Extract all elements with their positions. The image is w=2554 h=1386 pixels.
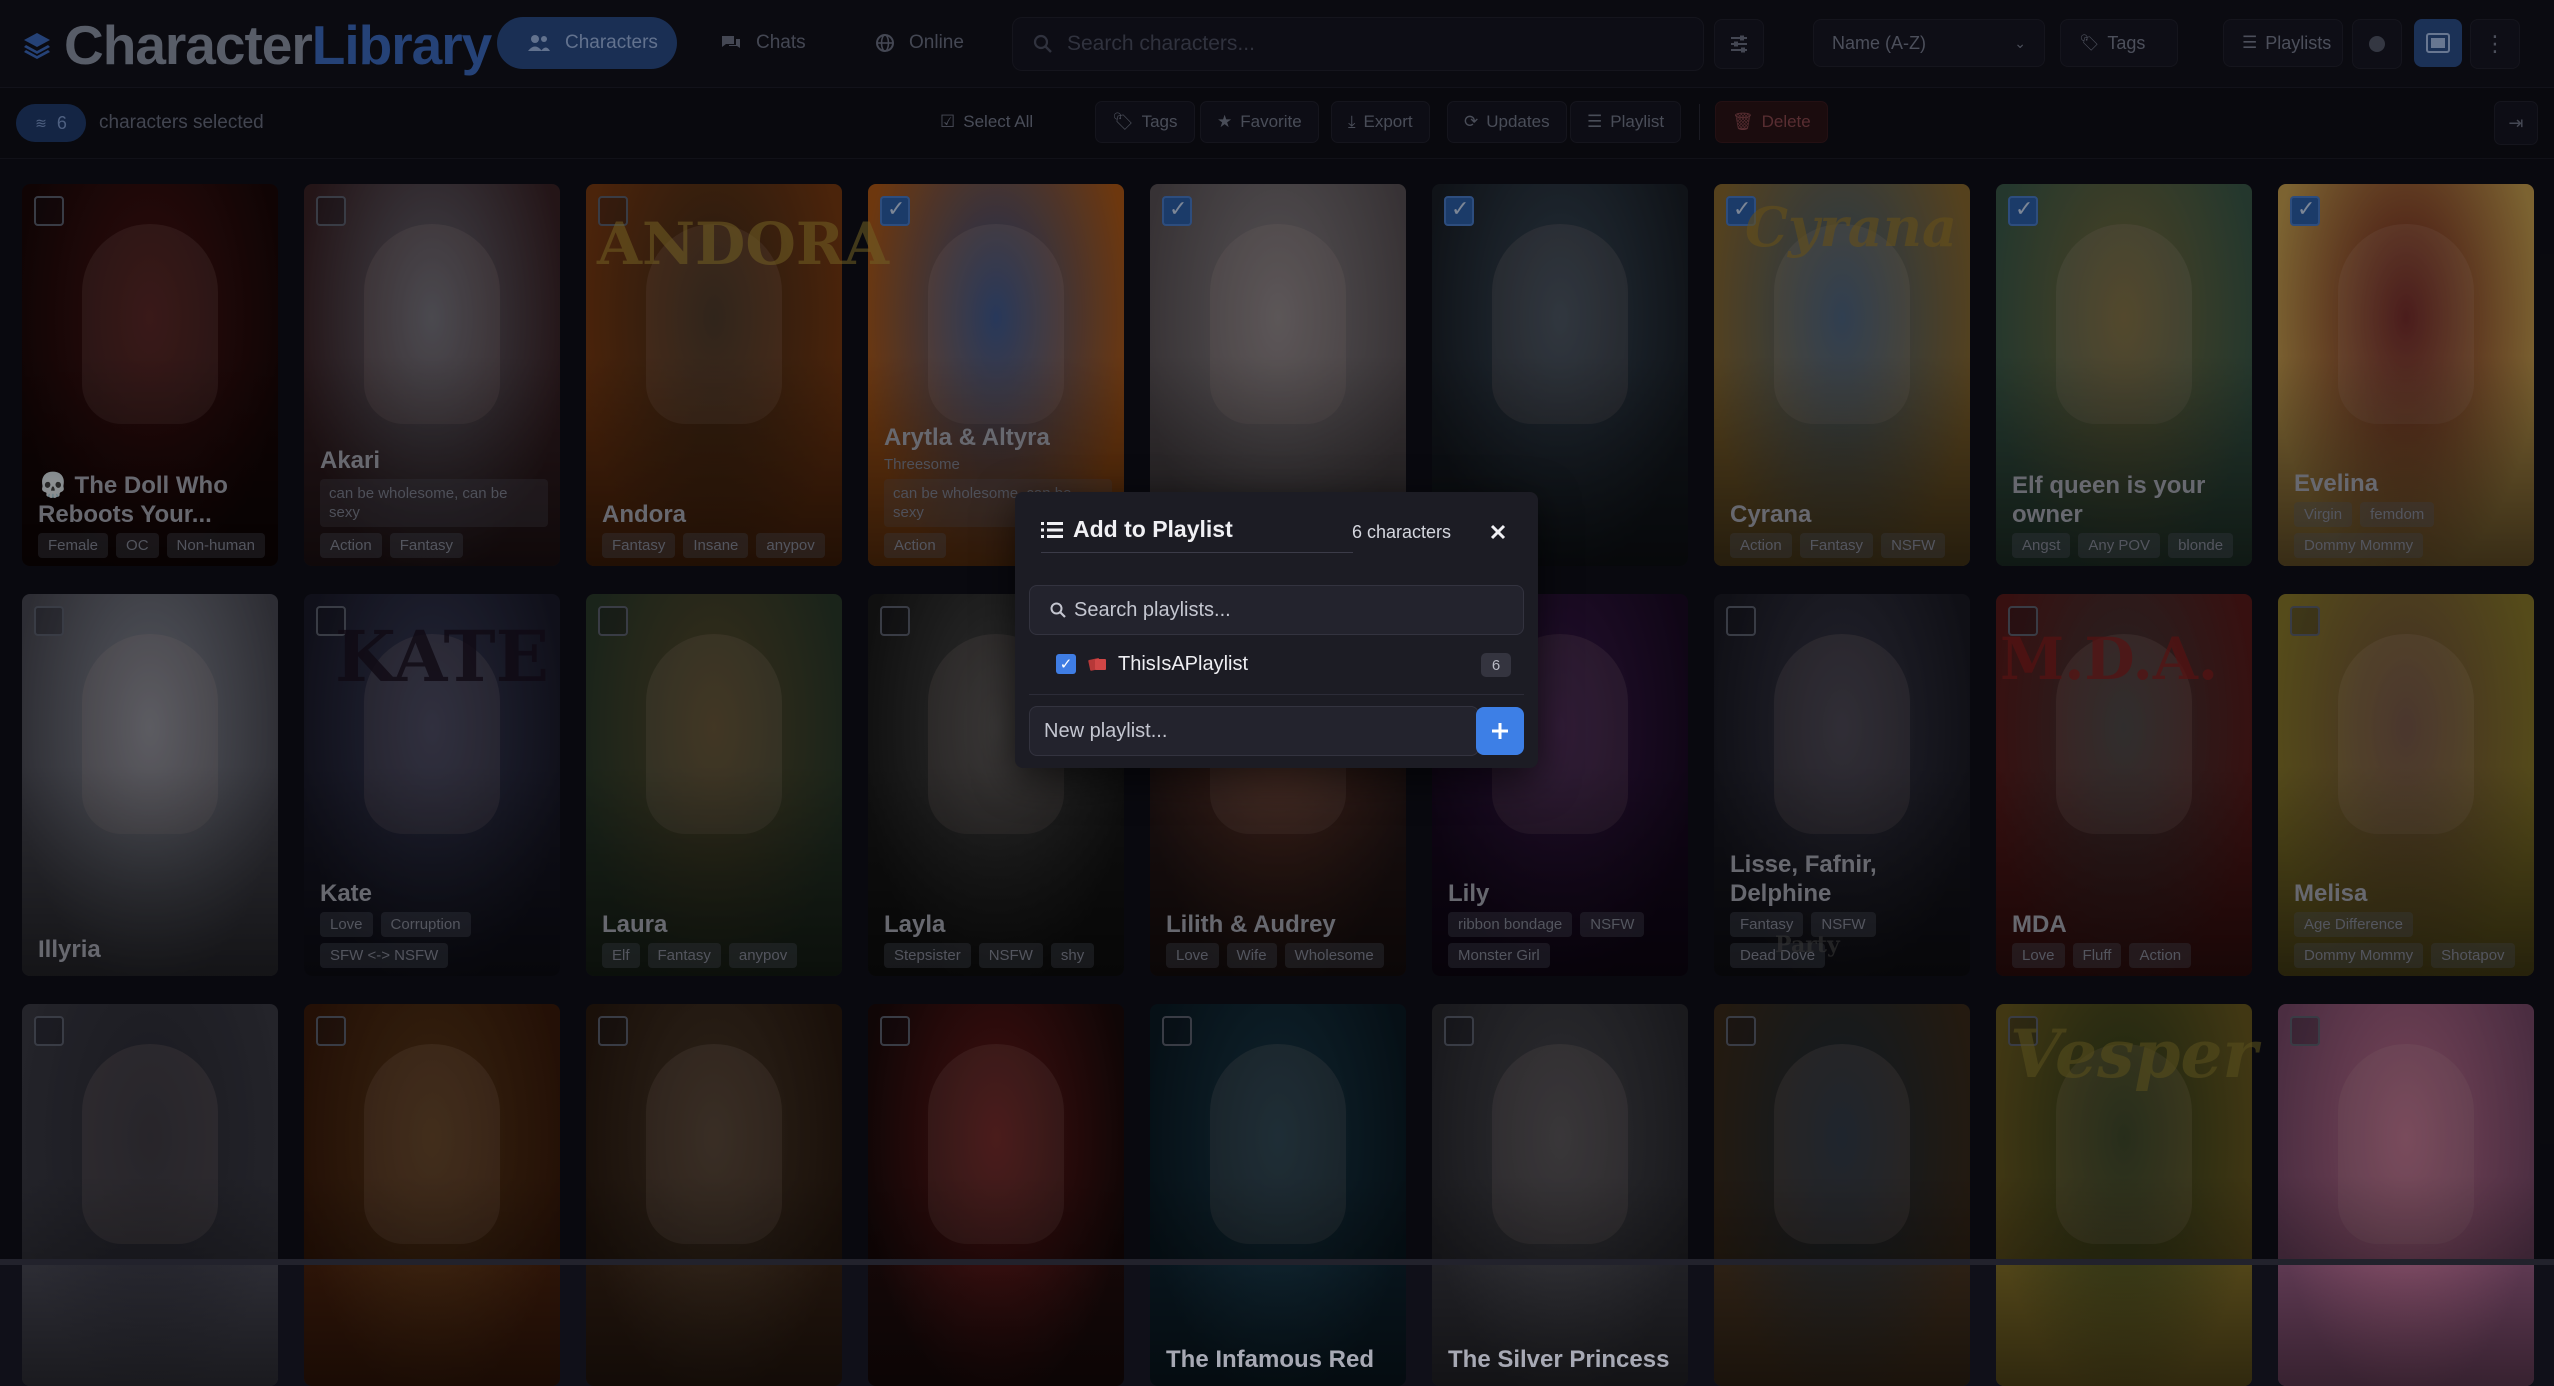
close-icon [1490, 524, 1506, 540]
new-playlist-placeholder: New playlist... [1044, 719, 1168, 742]
horizontal-scrollbar[interactable] [0, 1259, 2554, 1265]
playlist-search-input[interactable]: Search playlists... [1029, 585, 1524, 635]
close-button[interactable] [1483, 517, 1513, 547]
card-name: The Infamous Red [1166, 1346, 1375, 1373]
modal-title-text: Add to Playlist [1073, 516, 1233, 542]
playlist-icon [1088, 658, 1106, 671]
add-to-playlist-modal: Add to Playlist 6 characters Search play… [1015, 492, 1538, 768]
playlist-row[interactable]: ✓ ThisIsAPlaylist 6 [1029, 642, 1524, 686]
modal-character-count: 6 characters [1352, 522, 1452, 542]
title-underline [1041, 552, 1353, 553]
create-playlist-button[interactable] [1476, 707, 1524, 755]
playlist-checkbox[interactable]: ✓ [1056, 654, 1076, 674]
list-icon [1041, 521, 1063, 538]
playlist-count-badge: 6 [1481, 653, 1511, 677]
card-info: The Silver Princess [1448, 1345, 1676, 1378]
modal-title: Add to Playlist [1041, 516, 1233, 543]
playlist-search-placeholder: Search playlists... [1074, 598, 1231, 621]
modal-divider [1029, 694, 1524, 695]
card-name: The Silver Princess [1448, 1346, 1670, 1373]
playlist-name: ThisIsAPlaylist [1118, 652, 1249, 675]
card-info: The Infamous Red [1166, 1345, 1394, 1378]
new-playlist-input[interactable]: New playlist... [1029, 706, 1479, 756]
search-icon [1050, 602, 1066, 618]
plus-icon [1492, 723, 1508, 739]
